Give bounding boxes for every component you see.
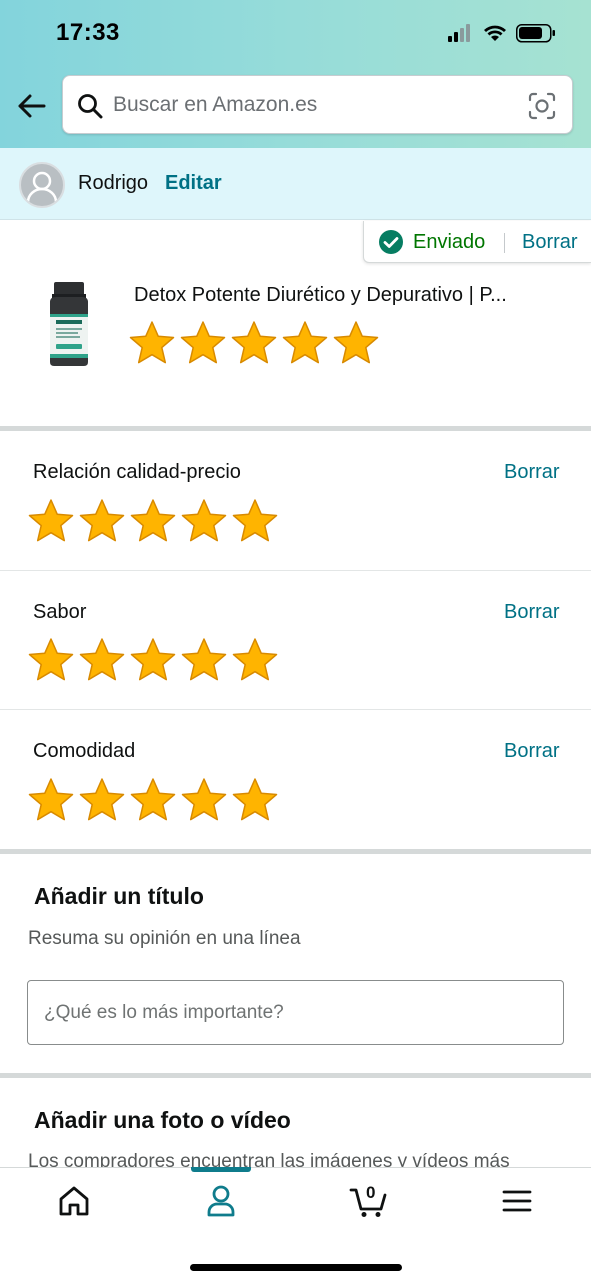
product-image[interactable] bbox=[44, 280, 94, 368]
rating-label-taste: Sabor bbox=[33, 601, 87, 623]
user-bar: Rodrigo Editar bbox=[0, 148, 591, 220]
rating-label-value: Relación calidad-precio bbox=[33, 461, 241, 483]
star-icon[interactable] bbox=[27, 776, 75, 824]
home-icon[interactable] bbox=[54, 1184, 94, 1218]
active-tab-indicator bbox=[191, 1167, 251, 1172]
star-icon[interactable] bbox=[129, 636, 177, 684]
avatar bbox=[19, 162, 65, 208]
star-icon[interactable] bbox=[231, 776, 279, 824]
edit-profile-link[interactable]: Editar bbox=[165, 172, 222, 195]
star-icon[interactable] bbox=[230, 319, 278, 367]
star-icon[interactable] bbox=[27, 636, 75, 684]
row-divider bbox=[0, 709, 591, 710]
overall-rating-stars[interactable] bbox=[128, 319, 380, 367]
back-arrow-icon[interactable] bbox=[14, 88, 50, 124]
menu-icon[interactable] bbox=[497, 1184, 537, 1218]
star-icon[interactable] bbox=[129, 776, 177, 824]
cart-count-badge: 0 bbox=[366, 1183, 376, 1202]
review-title-input[interactable] bbox=[27, 980, 564, 1045]
star-icon[interactable] bbox=[231, 636, 279, 684]
check-circle-icon bbox=[379, 230, 403, 254]
search-bar[interactable] bbox=[62, 75, 573, 134]
delete-review-button[interactable]: Borrar bbox=[522, 231, 578, 254]
section-divider bbox=[0, 426, 591, 431]
delete-rating-taste-button[interactable]: Borrar bbox=[504, 601, 560, 624]
star-icon[interactable] bbox=[27, 497, 75, 545]
star-icon[interactable] bbox=[180, 636, 228, 684]
signal-icon bbox=[448, 24, 470, 42]
section-divider bbox=[0, 849, 591, 854]
star-icon[interactable] bbox=[179, 319, 227, 367]
star-icon[interactable] bbox=[231, 497, 279, 545]
star-icon[interactable] bbox=[180, 776, 228, 824]
status-icons bbox=[448, 24, 555, 43]
star-icon[interactable] bbox=[78, 776, 126, 824]
rating-stars-comfort[interactable] bbox=[27, 776, 279, 824]
star-icon[interactable] bbox=[78, 497, 126, 545]
battery-icon bbox=[516, 24, 555, 43]
account-icon[interactable] bbox=[201, 1184, 241, 1218]
bottom-nav: 0 bbox=[0, 1167, 591, 1280]
star-icon[interactable] bbox=[180, 497, 228, 545]
section-divider bbox=[0, 1073, 591, 1078]
chip-divider bbox=[504, 233, 505, 253]
sent-status-label: Enviado bbox=[413, 231, 486, 253]
add-photo-heading: Añadir una foto o vídeo bbox=[34, 1107, 291, 1133]
star-icon[interactable] bbox=[129, 497, 177, 545]
rating-stars-value[interactable] bbox=[27, 497, 279, 545]
star-icon[interactable] bbox=[281, 319, 329, 367]
wifi-icon bbox=[484, 25, 506, 41]
add-title-heading: Añadir un título bbox=[34, 883, 204, 909]
delete-rating-comfort-button[interactable]: Borrar bbox=[504, 740, 560, 763]
home-indicator-bar bbox=[190, 1264, 402, 1271]
search-icon bbox=[78, 94, 103, 119]
status-time: 17:33 bbox=[56, 19, 120, 46]
user-silhouette-icon bbox=[26, 171, 58, 203]
add-title-subtitle: Resuma su opinión en una línea bbox=[28, 928, 301, 949]
rating-stars-taste[interactable] bbox=[27, 636, 279, 684]
star-icon[interactable] bbox=[128, 319, 176, 367]
row-divider bbox=[0, 570, 591, 571]
camera-scan-icon[interactable] bbox=[528, 92, 556, 120]
delete-rating-value-button[interactable]: Borrar bbox=[504, 461, 560, 484]
app-header: 17:33 bbox=[0, 0, 591, 148]
star-icon[interactable] bbox=[332, 319, 380, 367]
user-name: Rodrigo bbox=[78, 172, 149, 194]
review-status-chip: Enviado Borrar bbox=[363, 221, 591, 263]
star-icon[interactable] bbox=[78, 636, 126, 684]
product-title: Detox Potente Diurético y Depurativo | P… bbox=[134, 284, 507, 306]
search-input[interactable] bbox=[113, 90, 513, 120]
rating-label-comfort: Comodidad bbox=[33, 740, 136, 762]
